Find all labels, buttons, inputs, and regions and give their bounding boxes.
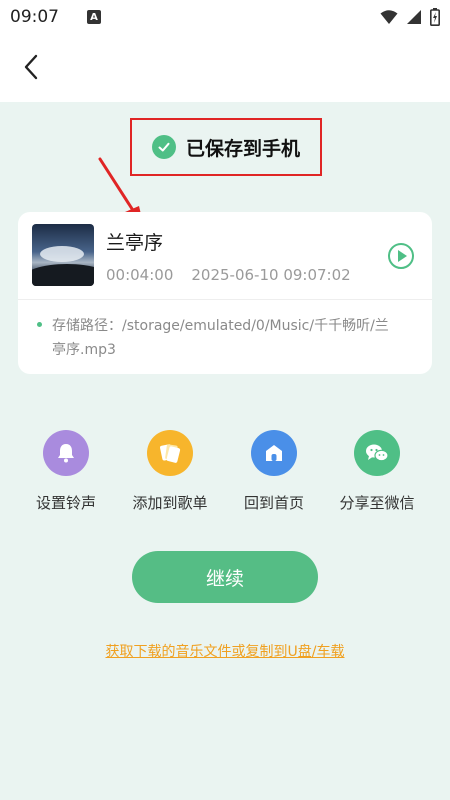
check-icon bbox=[151, 135, 176, 159]
action-label: 分享至微信 bbox=[339, 494, 415, 512]
album-cover bbox=[32, 224, 94, 286]
song-duration: 00:04:00 bbox=[106, 266, 174, 284]
card-divider bbox=[18, 299, 432, 300]
path-bullet bbox=[37, 322, 42, 327]
play-button[interactable] bbox=[388, 243, 414, 269]
signal-icon bbox=[407, 10, 421, 24]
action-label: 添加到歌单 bbox=[132, 494, 208, 512]
storage-path: 存储路径：/storage/emulated/0/Music/千千畅听/兰亭序.… bbox=[52, 318, 389, 358]
saved-text: 已保存到手机 bbox=[185, 137, 300, 160]
saved-banner: 已保存到手机 bbox=[130, 118, 322, 176]
action-label: 设置铃声 bbox=[35, 494, 96, 512]
set-ringtone-button[interactable]: 设置铃声 bbox=[16, 430, 116, 513]
back-to-home-button[interactable]: 回到首页 bbox=[224, 430, 324, 513]
notification-icon: A bbox=[87, 10, 101, 24]
action-row: 设置铃声 添加到歌单 回到首页 分享至微信 bbox=[0, 430, 450, 520]
song-datetime: 2025-06-10 09:07:02 bbox=[191, 266, 351, 284]
share-to-wechat-button[interactable]: 分享至微信 bbox=[327, 430, 427, 513]
bell-icon bbox=[43, 430, 89, 476]
nav-bar bbox=[0, 34, 450, 102]
home-icon bbox=[251, 430, 297, 476]
add-to-playlist-button[interactable]: 添加到歌单 bbox=[120, 430, 220, 513]
song-meta: 00:04:00 2025-06-10 09:07:02 bbox=[106, 266, 351, 284]
playlist-icon bbox=[147, 430, 193, 476]
song-card: 兰亭序 00:04:00 2025-06-10 09:07:02 存储路径：/s… bbox=[18, 212, 432, 374]
status-bar: 09:07 A bbox=[0, 0, 450, 34]
wifi-icon bbox=[380, 10, 398, 24]
status-icons bbox=[380, 8, 440, 26]
battery-icon bbox=[430, 8, 440, 26]
back-button[interactable] bbox=[14, 50, 48, 84]
play-icon bbox=[398, 250, 407, 262]
song-title: 兰亭序 bbox=[106, 232, 164, 254]
chevron-left-icon bbox=[24, 54, 38, 80]
continue-button[interactable]: 继续 bbox=[132, 551, 318, 603]
wechat-icon bbox=[354, 430, 400, 476]
action-label: 回到首页 bbox=[243, 494, 304, 512]
status-time: 09:07 bbox=[10, 7, 59, 27]
get-files-link[interactable]: 获取下载的音乐文件或复制到U盘/车载 bbox=[0, 641, 450, 661]
